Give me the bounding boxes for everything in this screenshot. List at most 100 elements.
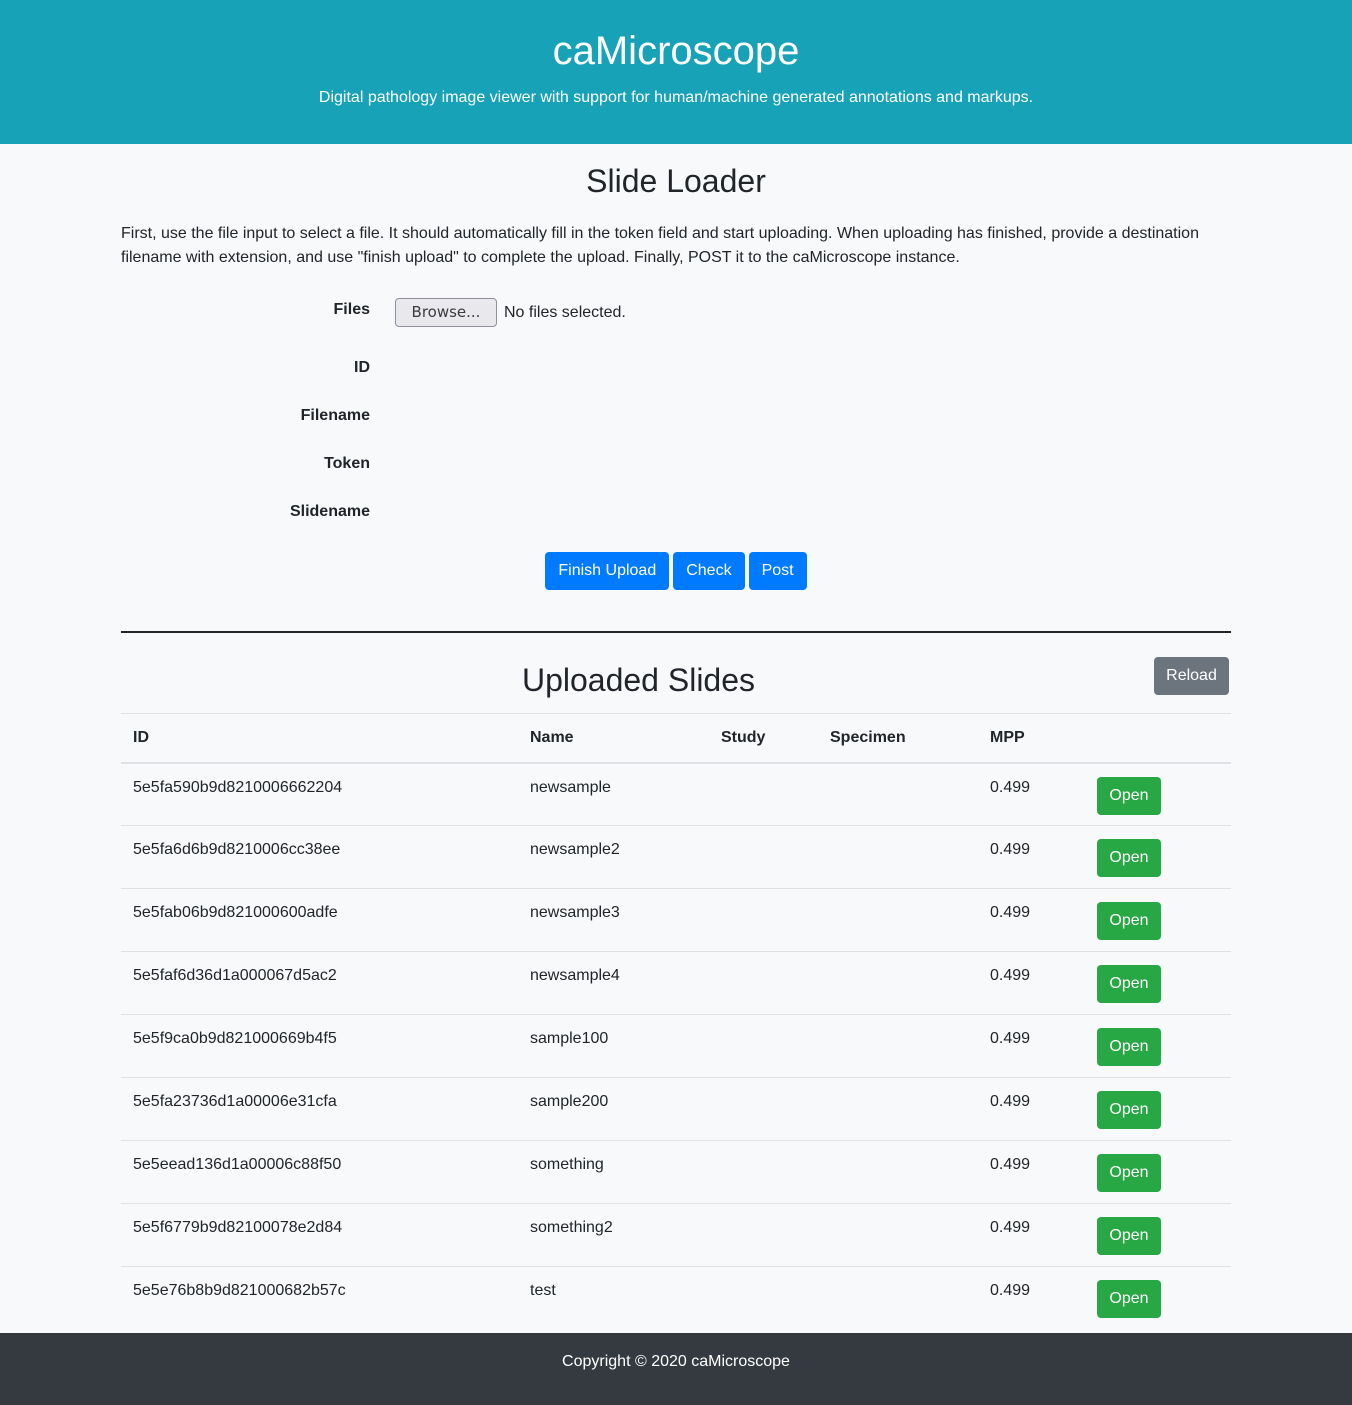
open-slide-button[interactable]: Open — [1097, 1028, 1161, 1066]
reload-button[interactable]: Reload — [1154, 657, 1229, 695]
slide-id: 5e5f9ca0b9d821000669b4f5 — [121, 1014, 518, 1078]
table-row: 5e5fab06b9d821000600adfe newsample3 0.49… — [121, 888, 1231, 952]
site-subtitle: Digital pathology image viewer with supp… — [318, 89, 1034, 106]
column-header-mpp: MPP — [978, 713, 1085, 764]
table-row: 5e5e76b8b9d821000682b57c test 0.499 Open — [121, 1266, 1231, 1330]
table-row: 5e5fa590b9d8210006662204 newsample 0.499… — [121, 763, 1231, 826]
slide-actions: Open — [1085, 1140, 1231, 1204]
site-header: caMicroscope Digital pathology image vie… — [0, 0, 1352, 144]
slide-name: sample200 — [518, 1077, 709, 1141]
slide-study — [709, 825, 818, 889]
slide-loader-title: Slide Loader — [586, 163, 766, 199]
slide-mpp: 0.499 — [978, 951, 1085, 1015]
file-status-text: No files selected. — [504, 304, 626, 321]
slide-specimen — [818, 1203, 978, 1267]
slide-name: newsample3 — [518, 888, 709, 952]
slide-specimen — [818, 888, 978, 952]
open-slide-button[interactable]: Open — [1097, 1217, 1161, 1255]
post-button[interactable]: Post — [748, 552, 807, 590]
slide-specimen — [818, 951, 978, 1015]
loader-instructions: First, use the file input to select a fi… — [121, 225, 1199, 266]
table-row: 5e5eead136d1a00006c88f50 something 0.499… — [121, 1140, 1231, 1204]
slides-table: ID Name Study Specimen MPP 5e5fa590b9d82… — [121, 713, 1231, 1330]
table-row: 5e5f6779b9d82100078e2d84 something2 0.49… — [121, 1203, 1231, 1267]
table-row: 5e5faf6d36d1a000067d5ac2 newsample4 0.49… — [121, 951, 1231, 1015]
slide-study — [709, 1077, 818, 1141]
slide-study — [709, 1266, 818, 1330]
slide-specimen — [818, 1266, 978, 1330]
main-container: Slide Loader First, use the file input t… — [121, 162, 1231, 1330]
slide-study — [709, 1140, 818, 1204]
open-slide-button[interactable]: Open — [1097, 902, 1161, 940]
slide-mpp: 0.499 — [978, 825, 1085, 889]
slide-specimen — [818, 1140, 978, 1204]
files-row: Files Browse... No files selected. — [121, 298, 1231, 352]
filename-row: Filename — [121, 400, 1231, 448]
slide-study — [709, 1014, 818, 1078]
id-label: ID — [354, 359, 370, 376]
slide-actions: Open — [1085, 1203, 1231, 1267]
open-slide-button[interactable]: Open — [1097, 1091, 1161, 1129]
slide-specimen — [818, 825, 978, 889]
open-slide-button[interactable]: Open — [1097, 839, 1161, 877]
slidename-label: Slidename — [289, 503, 370, 520]
slide-mpp: 0.499 — [978, 1077, 1085, 1141]
slide-specimen — [818, 1077, 978, 1141]
slide-name: newsample4 — [518, 951, 709, 1015]
open-slide-button[interactable]: Open — [1097, 965, 1161, 1003]
slide-study — [709, 1203, 818, 1267]
slide-study — [709, 951, 818, 1015]
slide-id: 5e5faf6d36d1a000067d5ac2 — [121, 951, 518, 1015]
slide-actions: Open — [1085, 763, 1231, 826]
slide-id: 5e5e76b8b9d821000682b57c — [121, 1266, 518, 1330]
slide-specimen — [818, 1014, 978, 1078]
slide-mpp: 0.499 — [978, 1140, 1085, 1204]
uploaded-slides-header: Uploaded Slides Reload — [121, 641, 1231, 713]
section-divider — [121, 631, 1231, 633]
open-slide-button[interactable]: Open — [1097, 1154, 1161, 1192]
column-header-study: Study — [709, 713, 818, 764]
slide-actions: Open — [1085, 951, 1231, 1015]
open-slide-button[interactable]: Open — [1097, 1280, 1161, 1318]
upload-actions: Finish Upload Check Post — [121, 544, 1231, 590]
slide-actions: Open — [1085, 1014, 1231, 1078]
slide-id: 5e5fa6d6b9d8210006cc38ee — [121, 825, 518, 889]
table-header-row: ID Name Study Specimen MPP — [121, 713, 1231, 764]
finish-upload-button[interactable]: Finish Upload — [545, 552, 670, 590]
slide-study — [709, 888, 818, 952]
slide-name: newsample2 — [518, 825, 709, 889]
open-slide-button[interactable]: Open — [1097, 776, 1161, 815]
slide-specimen — [818, 763, 978, 826]
slidename-row: Slidename — [121, 496, 1231, 544]
site-footer: Copyright © 2020 caMicroscope — [0, 1333, 1352, 1405]
slide-name: sample100 — [518, 1014, 709, 1078]
column-header-id: ID — [121, 713, 518, 764]
slide-actions: Open — [1085, 1266, 1231, 1330]
slide-study — [709, 763, 818, 826]
slide-actions: Open — [1085, 825, 1231, 889]
check-button[interactable]: Check — [673, 552, 745, 590]
slide-name: something — [518, 1140, 709, 1204]
site-title: caMicroscope — [552, 29, 800, 73]
filename-label: Filename — [300, 407, 370, 424]
slide-mpp: 0.499 — [978, 888, 1085, 952]
id-row: ID — [121, 352, 1231, 400]
token-row: Token — [121, 448, 1231, 496]
slide-name: newsample — [530, 778, 611, 796]
file-browse-button[interactable]: Browse... — [395, 298, 497, 327]
token-label: Token — [324, 455, 370, 472]
files-label: Files — [333, 301, 370, 318]
slide-name: something2 — [518, 1203, 709, 1267]
column-header-specimen: Specimen — [818, 713, 978, 764]
column-header-actions — [1085, 713, 1231, 764]
slide-mpp: 0.499 — [978, 1014, 1085, 1078]
column-header-name: Name — [518, 713, 709, 764]
slide-id: 5e5eead136d1a00006c88f50 — [121, 1140, 518, 1204]
slide-id: 5e5fa23736d1a00006e31cfa — [121, 1077, 518, 1141]
slide-mpp: 0.499 — [990, 778, 1031, 796]
uploaded-slides-title: Uploaded Slides — [521, 662, 756, 698]
slide-actions: Open — [1085, 888, 1231, 952]
table-row: 5e5fa23736d1a00006e31cfa sample200 0.499… — [121, 1077, 1231, 1141]
slide-actions: Open — [1085, 1077, 1231, 1141]
slide-id: 5e5f6779b9d82100078e2d84 — [121, 1203, 518, 1267]
